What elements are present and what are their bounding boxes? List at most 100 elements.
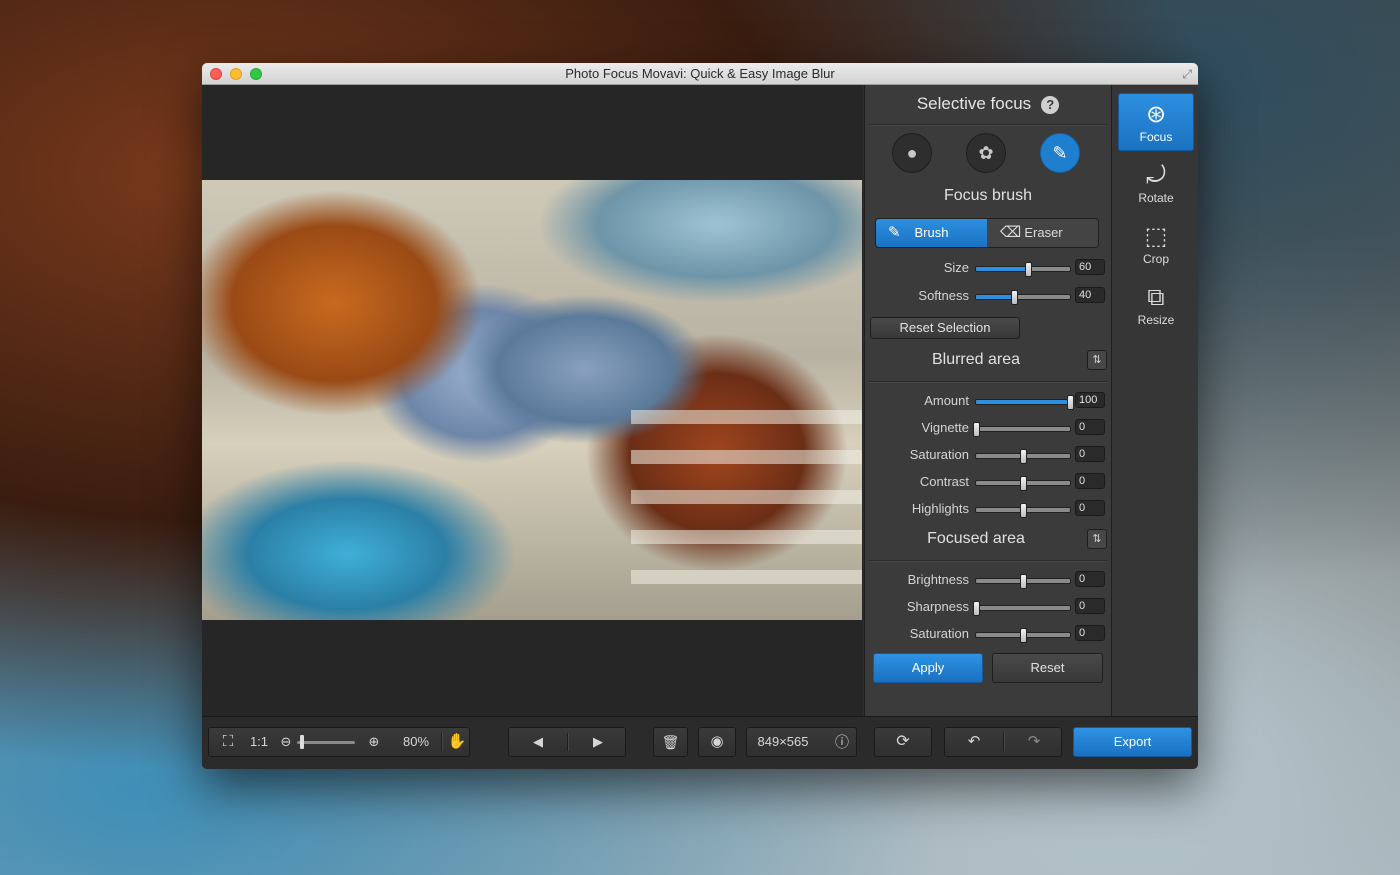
- brush-tab[interactable]: ✎ Brush: [876, 219, 987, 247]
- object-mode-button[interactable]: ✿: [966, 133, 1006, 173]
- eraser-tab[interactable]: ⌫ Eraser: [988, 219, 1098, 247]
- actual-size-button[interactable]: 1:1: [247, 728, 271, 756]
- swap-areas-button-2[interactable]: ⇅: [1087, 529, 1107, 549]
- fit-to-screen-icon[interactable]: ⛶: [217, 728, 239, 756]
- amount-slider[interactable]: [975, 395, 1074, 410]
- person-mode-button[interactable]: ●: [892, 133, 932, 173]
- eraser-icon: ⌫: [1000, 224, 1022, 241]
- tool-label: Crop: [1142, 252, 1169, 266]
- brush-eraser-toggle: ✎ Brush ⌫ Eraser: [875, 218, 1099, 248]
- window-title: Photo Focus Movavi: Quick & Easy Image B…: [565, 66, 835, 81]
- crop-icon: ⬚: [1144, 223, 1168, 250]
- zoom-in-icon[interactable]: ⊕: [367, 728, 381, 756]
- softness-value-field[interactable]: 40: [1075, 287, 1105, 303]
- focused-saturation-slider[interactable]: [975, 628, 1071, 643]
- highlights-slider[interactable]: [975, 503, 1071, 518]
- focused-saturation-slider-row: Saturation 0: [865, 624, 1111, 644]
- vignette-value-field[interactable]: 0: [1075, 419, 1105, 435]
- slider-knob[interactable]: [1020, 449, 1027, 464]
- fullscreen-icon[interactable]: ⤢: [1182, 67, 1192, 82]
- next-image-button[interactable]: ▶: [569, 728, 627, 756]
- contrast-slider-row: Contrast 0: [865, 472, 1111, 492]
- contrast-value-field[interactable]: 0: [1075, 473, 1105, 489]
- photo-preview[interactable]: [202, 180, 862, 620]
- brush-icon: ✎: [888, 224, 901, 241]
- slider-knob[interactable]: [1020, 628, 1027, 643]
- minimize-window-button[interactable]: [230, 68, 242, 80]
- slider-label: Sharpness: [906, 599, 969, 614]
- undo-button[interactable]: ↶: [945, 728, 1003, 756]
- highlights-slider-row: Highlights 0: [865, 499, 1111, 519]
- help-icon[interactable]: ?: [1041, 95, 1060, 114]
- slider-label: Amount: [924, 393, 969, 408]
- aperture-icon: ⊛: [1145, 101, 1167, 128]
- slider-knob[interactable]: [1020, 503, 1027, 518]
- sharpness-value-field[interactable]: 0: [1075, 598, 1105, 614]
- brush-tab-label: Brush: [914, 225, 949, 240]
- info-icon[interactable]: ⓘ: [833, 728, 851, 756]
- resize-tool-button[interactable]: ⧉ Resize: [1118, 277, 1194, 335]
- export-button[interactable]: Export: [1073, 727, 1192, 757]
- slider-knob[interactable]: [1067, 395, 1074, 410]
- vignette-slider-row: Vignette 0: [865, 418, 1111, 438]
- brush-mode-button[interactable]: ✎: [1040, 133, 1080, 173]
- swap-icon: ⇅: [1092, 354, 1102, 366]
- reset-button[interactable]: Reset: [992, 653, 1103, 683]
- saturation-slider-row: Saturation 0: [865, 445, 1111, 465]
- title-bar: Photo Focus Movavi: Quick & Easy Image B…: [202, 63, 1198, 85]
- softness-slider[interactable]: [975, 290, 1071, 305]
- slider-label: Highlights: [911, 501, 969, 516]
- contrast-slider[interactable]: [975, 476, 1071, 491]
- reset-selection-button[interactable]: Reset Selection: [870, 317, 1020, 339]
- crop-tool-button[interactable]: ⬚ Crop: [1118, 216, 1194, 274]
- highlights-value-field[interactable]: 0: [1075, 500, 1105, 516]
- zoom-slider[interactable]: [297, 741, 355, 744]
- slider-knob[interactable]: [1024, 262, 1032, 277]
- eraser-tab-label: Eraser: [1024, 225, 1063, 240]
- slider-knob[interactable]: [1020, 476, 1027, 491]
- zoom-out-icon[interactable]: ⊖: [279, 728, 293, 756]
- delete-button[interactable]: 🗑: [653, 727, 688, 757]
- tool-label: Rotate: [1138, 191, 1174, 205]
- preview-button[interactable]: ◉: [698, 727, 736, 757]
- bottom-toolbar: ⛶ 1:1 ⊖ ⊕ 80% ✋ ◀ ▶ 🗑 ◉ 849×565 ⓘ ⟳ ↶ ↷ …: [202, 716, 1198, 769]
- zoom-slider-knob[interactable]: [299, 735, 304, 749]
- slider-label: Saturation: [909, 626, 969, 641]
- size-slider-row: Size 60: [865, 258, 1111, 278]
- focus-tool-button[interactable]: ⊛ Focus: [1118, 93, 1194, 151]
- saturation-slider[interactable]: [975, 449, 1071, 464]
- rotate-icon: ⤾: [1146, 162, 1166, 189]
- refresh-icon: ⟳: [896, 733, 910, 750]
- tool-label: Focus: [1139, 130, 1173, 144]
- slider-knob[interactable]: [973, 601, 980, 616]
- sharpness-slider[interactable]: [973, 601, 1071, 616]
- saturation-value-field[interactable]: 0: [1075, 446, 1105, 462]
- softness-slider-row: Softness 40: [865, 286, 1111, 306]
- compare-button[interactable]: ⟳: [874, 727, 932, 757]
- brightness-value-field[interactable]: 0: [1075, 571, 1105, 587]
- slider-knob[interactable]: [1020, 574, 1027, 589]
- apply-button[interactable]: Apply: [873, 653, 983, 683]
- amount-value-field[interactable]: 100: [1075, 392, 1105, 408]
- slider-label: Size: [943, 260, 969, 275]
- tools-sidebar: ⊛ Focus ⤾ Rotate ⬚ Crop ⧉ Resize: [1111, 85, 1198, 716]
- slider-knob[interactable]: [973, 422, 980, 437]
- previous-image-button[interactable]: ◀: [509, 728, 567, 756]
- brightness-slider[interactable]: [975, 574, 1071, 589]
- swap-areas-button[interactable]: ⇅: [1087, 350, 1107, 370]
- close-window-button[interactable]: [210, 68, 222, 80]
- eye-icon: ◉: [710, 733, 724, 750]
- focused-saturation-value-field[interactable]: 0: [1075, 625, 1105, 641]
- maximize-window-button[interactable]: [250, 68, 262, 80]
- slider-knob[interactable]: [1010, 290, 1018, 305]
- size-value-field[interactable]: 60: [1075, 259, 1105, 275]
- redo-button[interactable]: ↷: [1005, 728, 1063, 756]
- size-slider[interactable]: [975, 262, 1071, 277]
- rotate-tool-button[interactable]: ⤾ Rotate: [1118, 155, 1194, 213]
- image-canvas[interactable]: [202, 85, 863, 716]
- history-controls: ↶ ↷: [944, 727, 1062, 757]
- hand-pan-icon[interactable]: ✋: [447, 728, 467, 756]
- vignette-slider[interactable]: [973, 422, 1071, 437]
- trash-icon: 🗑: [661, 734, 680, 750]
- amount-slider-row: Amount 100: [865, 391, 1111, 411]
